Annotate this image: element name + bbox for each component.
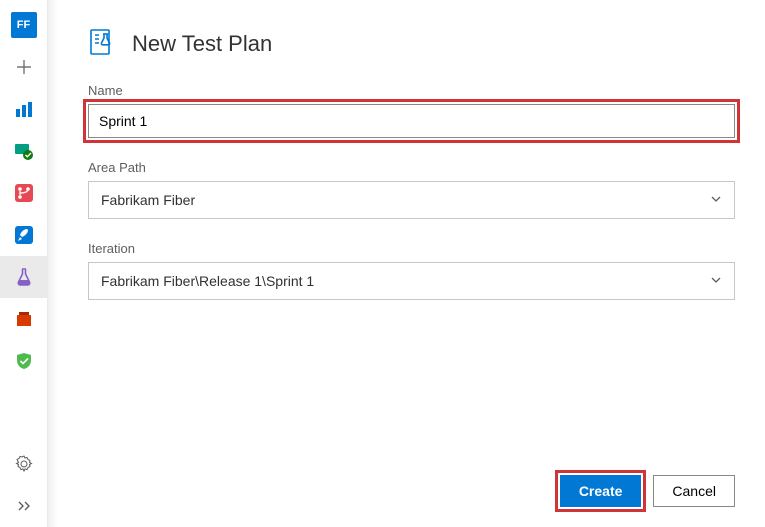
footer: Create Cancel <box>88 455 735 507</box>
sidebar-repos[interactable] <box>0 172 48 214</box>
cancel-button[interactable]: Cancel <box>653 475 735 507</box>
chevron-down-icon <box>710 273 722 289</box>
panel-shadow <box>48 0 58 527</box>
org-badge-icon: FF <box>11 12 37 38</box>
board-check-icon <box>13 140 35 162</box>
iteration-value: Fabrikam Fiber\Release 1\Sprint 1 <box>101 273 314 289</box>
area-path-value: Fabrikam Fiber <box>101 192 195 208</box>
sidebar-pipelines[interactable] <box>0 214 48 256</box>
branch-icon <box>13 182 35 204</box>
field-name: Name <box>88 83 735 138</box>
field-area-path: Area Path Fabrikam Fiber <box>88 160 735 219</box>
page-title: New Test Plan <box>132 31 272 57</box>
sidebar-settings[interactable] <box>0 443 48 485</box>
sidebar-compliance[interactable] <box>0 340 48 382</box>
sidebar-expand[interactable] <box>0 485 48 527</box>
field-iteration: Iteration Fabrikam Fiber\Release 1\Sprin… <box>88 241 735 300</box>
iteration-label: Iteration <box>88 241 735 256</box>
sidebar-org[interactable]: FF <box>0 4 48 46</box>
shield-check-icon <box>13 350 35 372</box>
create-button[interactable]: Create <box>560 475 642 507</box>
sidebar-boards[interactable] <box>0 130 48 172</box>
sidebar: FF <box>0 0 48 527</box>
header: New Test Plan <box>88 28 735 59</box>
flask-icon <box>13 266 35 288</box>
gear-icon <box>13 453 35 475</box>
area-path-label: Area Path <box>88 160 735 175</box>
plus-icon <box>13 56 35 78</box>
chart-icon <box>13 98 35 120</box>
chevron-double-right-icon <box>13 495 35 517</box>
name-input[interactable] <box>88 104 735 138</box>
main-panel: New Test Plan Name Area Path Fabrikam Fi… <box>58 0 765 527</box>
sidebar-overview[interactable] <box>0 88 48 130</box>
area-path-dropdown[interactable]: Fabrikam Fiber <box>88 181 735 219</box>
sidebar-artifacts[interactable] <box>0 298 48 340</box>
package-icon <box>13 308 35 330</box>
chevron-down-icon <box>710 192 722 208</box>
rocket-icon <box>13 224 35 246</box>
sidebar-add[interactable] <box>0 46 48 88</box>
iteration-dropdown[interactable]: Fabrikam Fiber\Release 1\Sprint 1 <box>88 262 735 300</box>
sidebar-test-plans[interactable] <box>0 256 48 298</box>
test-plan-icon <box>88 28 116 59</box>
name-label: Name <box>88 83 735 98</box>
